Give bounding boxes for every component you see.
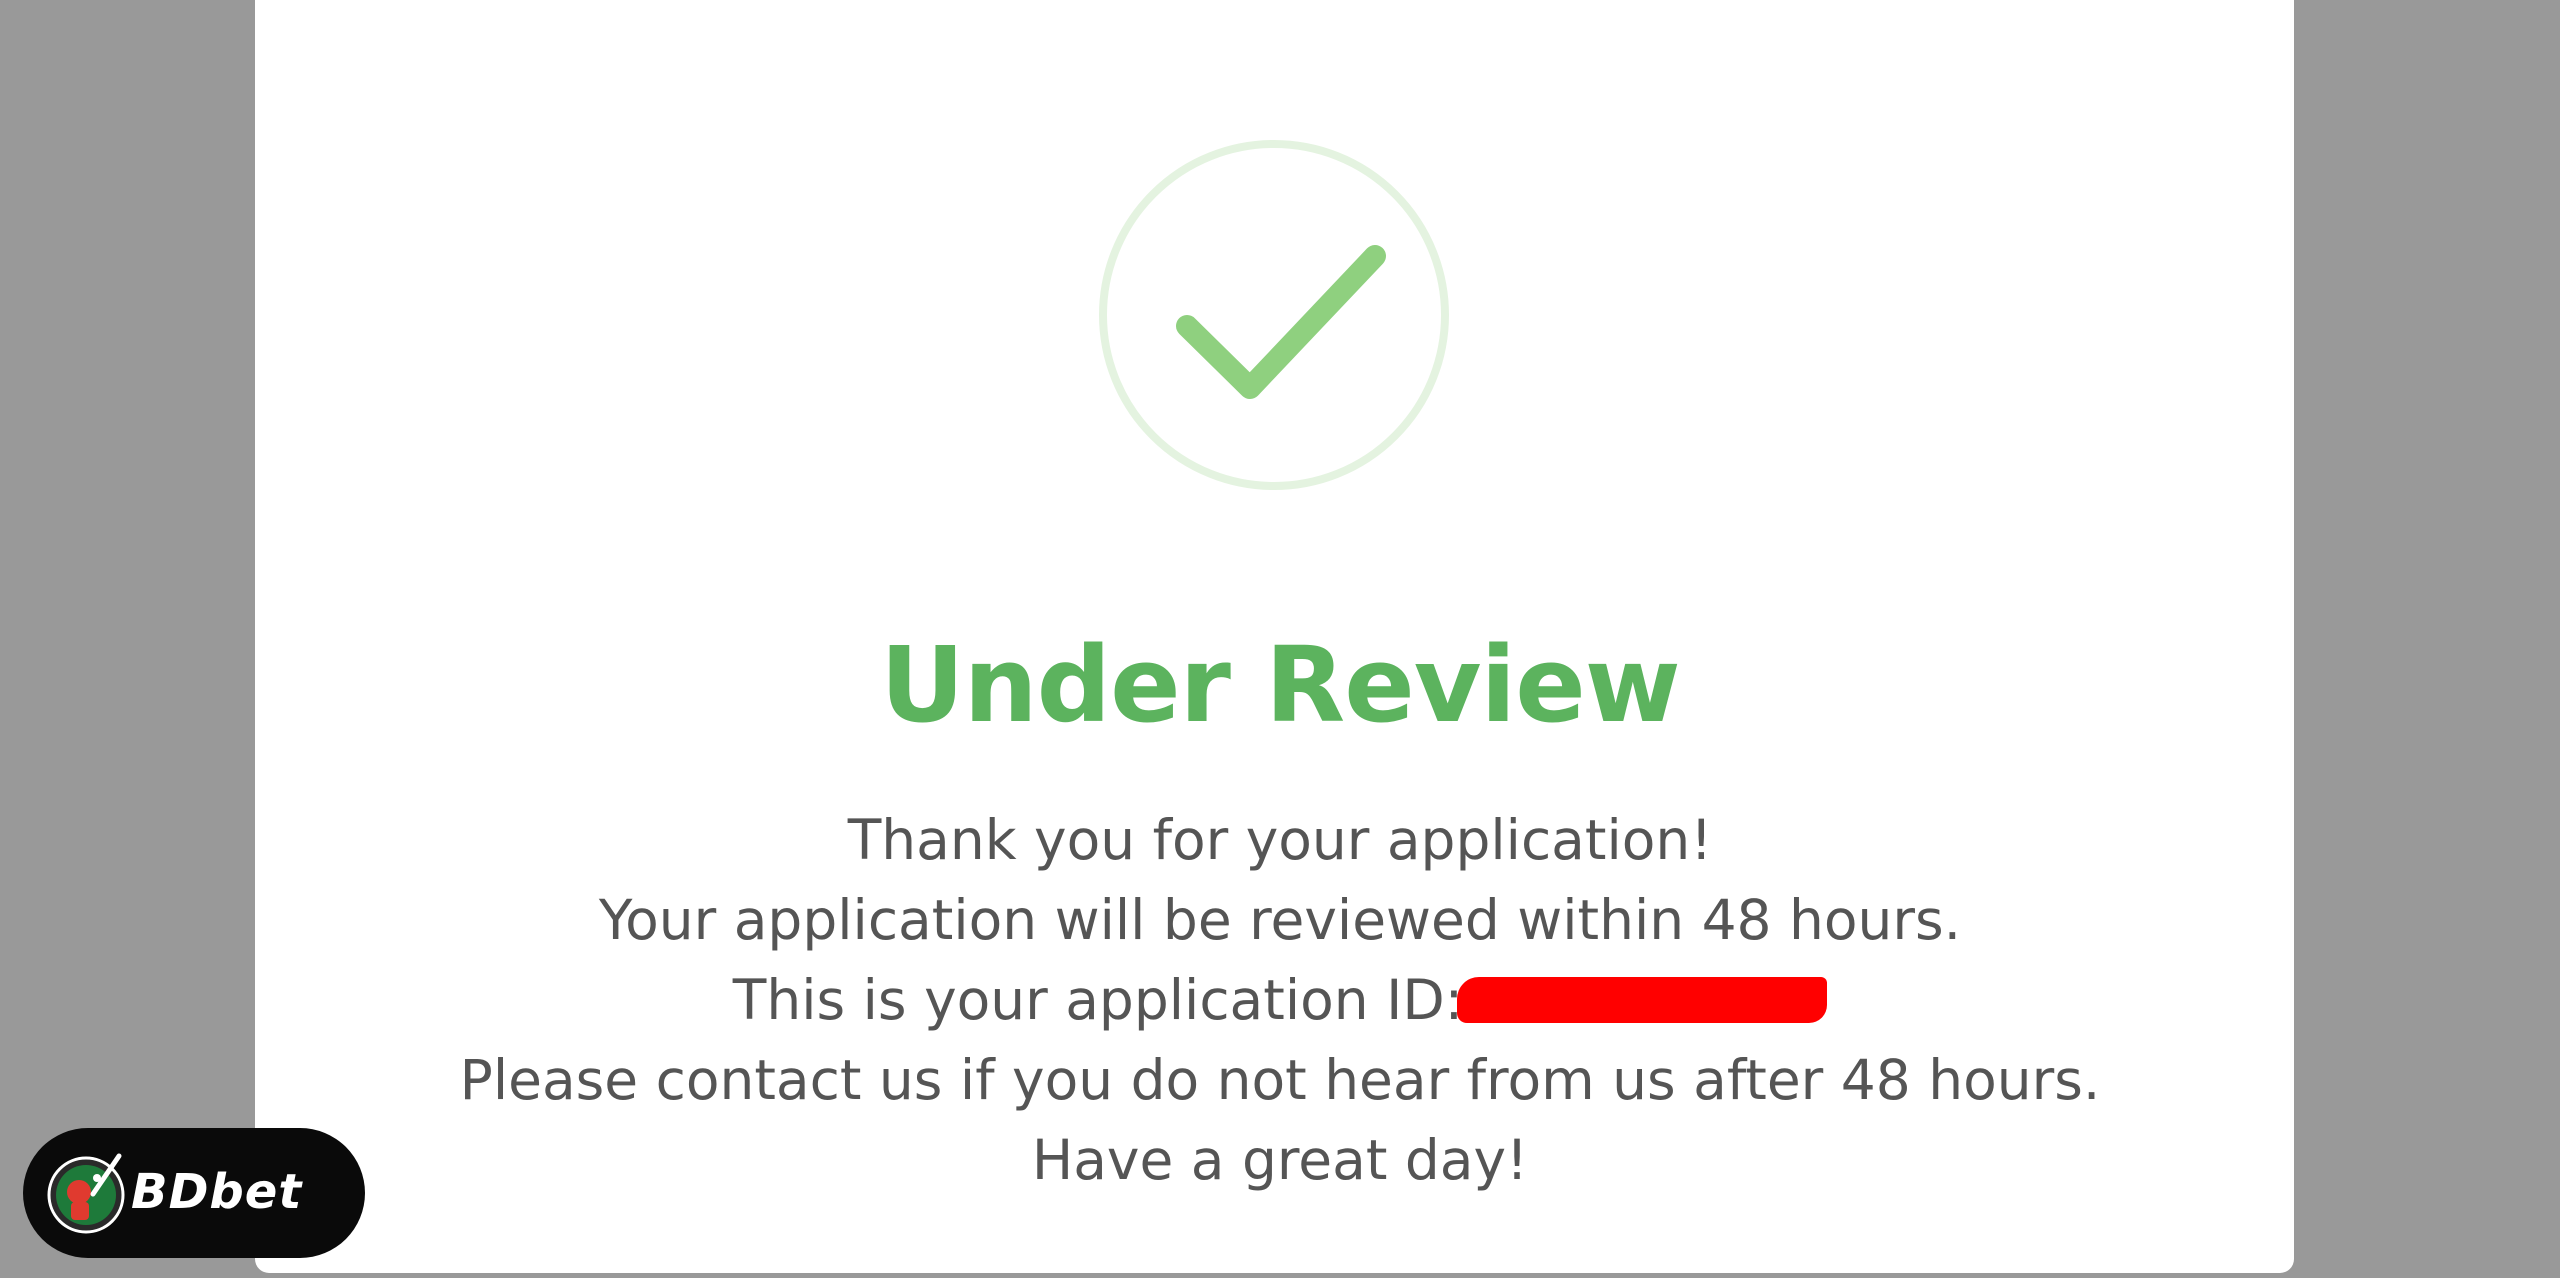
- checkmark-icon: [1176, 245, 1386, 399]
- status-title: Under Review: [880, 624, 1681, 746]
- message-line-review-time: Your application will be reviewed within…: [598, 888, 1962, 952]
- application-id-label: This is your application ID:: [732, 968, 1464, 1032]
- message-line-application-id: This is your application ID:: [0, 960, 2560, 1040]
- check-circle-icon: [1099, 140, 1449, 490]
- message-line-farewell: Have a great day!: [1031, 1128, 1529, 1192]
- cricket-player-logo-icon: [47, 1153, 125, 1234]
- redacted-application-id: [1457, 976, 1828, 1023]
- status-message: Thank you for your application! Your app…: [0, 800, 2560, 1200]
- message-line-thanks: Thank you for your application!: [847, 808, 1713, 872]
- brand-name: BDbet: [131, 1164, 303, 1220]
- message-line-contact: Please contact us if you do not hear fro…: [459, 1048, 2101, 1112]
- brand-watermark: BDbet: [23, 1128, 365, 1258]
